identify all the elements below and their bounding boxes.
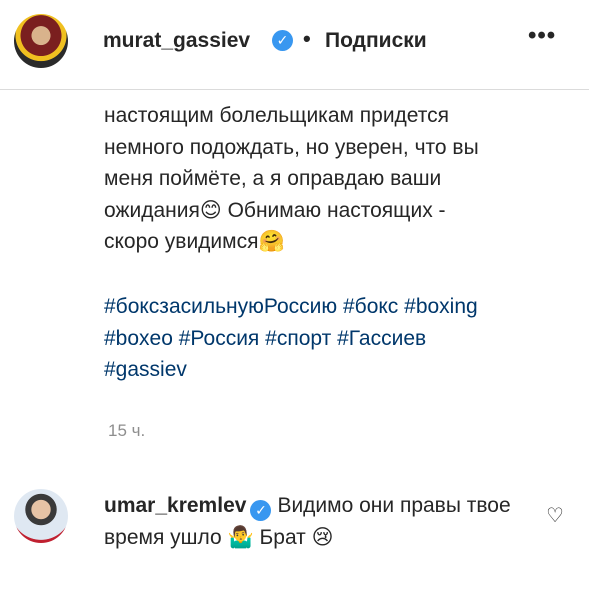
caption-line: настоящим болельщикам придется bbox=[104, 104, 450, 127]
heart-outline-icon[interactable]: ♡ bbox=[546, 503, 564, 528]
hashtag-link[interactable]: #бокс bbox=[343, 295, 398, 318]
verified-badge-icon: ✓ bbox=[250, 500, 272, 521]
author-username[interactable]: murat_gassiev bbox=[103, 29, 250, 53]
hashtag-link[interactable]: #боксзасильнуюРоссию bbox=[104, 295, 337, 318]
caption-line: меня поймёте, а я оправдаю ваши bbox=[104, 167, 442, 190]
separator-dot: • bbox=[303, 26, 311, 51]
hashtag-link[interactable]: #Россия bbox=[179, 327, 260, 350]
commenter-username[interactable]: umar_kremlev bbox=[104, 494, 246, 517]
commenter-avatar[interactable] bbox=[14, 489, 68, 543]
post-caption: настоящим болельщикам придется немного п… bbox=[104, 100, 574, 258]
hashtag-link[interactable]: #Гассиев bbox=[337, 327, 426, 350]
more-options-icon[interactable]: ••• bbox=[528, 22, 556, 50]
caption-line: скоро увидимся🤗 bbox=[104, 230, 285, 253]
caption-line: ожидания😊 Обнимаю настоящих - bbox=[104, 198, 446, 222]
verified-badge-icon: ✓ bbox=[272, 30, 293, 51]
hashtag-link[interactable]: #gassiev bbox=[104, 358, 187, 381]
hashtag-link[interactable]: #спорт bbox=[265, 327, 331, 350]
hashtag-link[interactable]: #boxing bbox=[404, 295, 478, 318]
post-timestamp[interactable]: 15 ч. bbox=[108, 421, 145, 441]
hashtag-link[interactable]: #boxeo bbox=[104, 327, 173, 350]
comment: umar_kremlev ✓ Видимо они правы твое время… bbox=[104, 490, 524, 553]
post-header: murat_gassiev ✓ • Подписки ••• bbox=[0, 0, 589, 90]
author-avatar[interactable] bbox=[14, 14, 68, 68]
caption-line: немного подождать, но уверен, что вы bbox=[104, 135, 479, 159]
following-button[interactable]: Подписки bbox=[325, 29, 427, 53]
hashtag-list: #боксзасильнуюРоссию #бокс #boxing #boxe… bbox=[104, 291, 574, 386]
